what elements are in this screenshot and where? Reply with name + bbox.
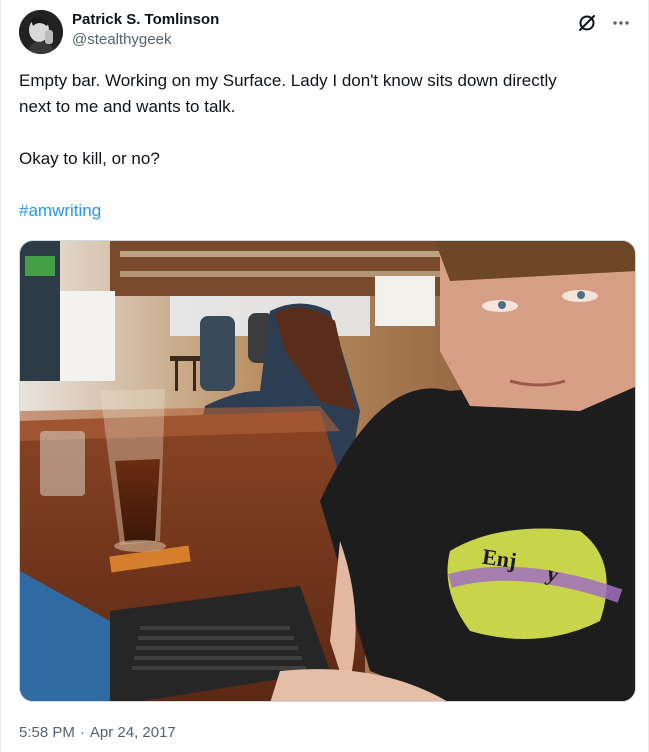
- author-display-name[interactable]: Patrick S. Tomlinson: [72, 10, 219, 29]
- header-actions: [574, 10, 634, 36]
- shirt-text: Enj: [481, 544, 518, 574]
- timestamp-separator: ·: [79, 724, 85, 741]
- tweet-date: Apr 24, 2017: [89, 724, 176, 741]
- tweet-text-line: Empty bar. Working on my Surface. Lady I…: [19, 71, 557, 90]
- tweet-text: Empty bar. Working on my Surface. Lady I…: [19, 68, 631, 224]
- tweet-text-line: Okay to kill, or no?: [19, 149, 160, 168]
- grok-icon[interactable]: [574, 10, 600, 36]
- avatar[interactable]: [19, 10, 63, 54]
- tweet-text-line: next to me and wants to talk.: [19, 97, 236, 116]
- tweet-card: Patrick S. Tomlinson @stealthygeek Empty…: [0, 0, 649, 752]
- tweet-header: Patrick S. Tomlinson @stealthygeek: [19, 8, 634, 56]
- tweet-time: 5:58 PM: [19, 724, 75, 741]
- tweet-photo[interactable]: Enj y: [19, 240, 636, 702]
- tweet-timestamp[interactable]: 5:58 PM · Apr 24, 2017: [19, 723, 176, 743]
- more-icon[interactable]: [608, 10, 634, 36]
- author-handle[interactable]: @stealthygeek: [72, 30, 219, 49]
- hashtag-link[interactable]: #amwriting: [19, 201, 101, 220]
- author-names: Patrick S. Tomlinson @stealthygeek: [72, 10, 219, 49]
- photo-illustration: Enj y: [20, 241, 635, 701]
